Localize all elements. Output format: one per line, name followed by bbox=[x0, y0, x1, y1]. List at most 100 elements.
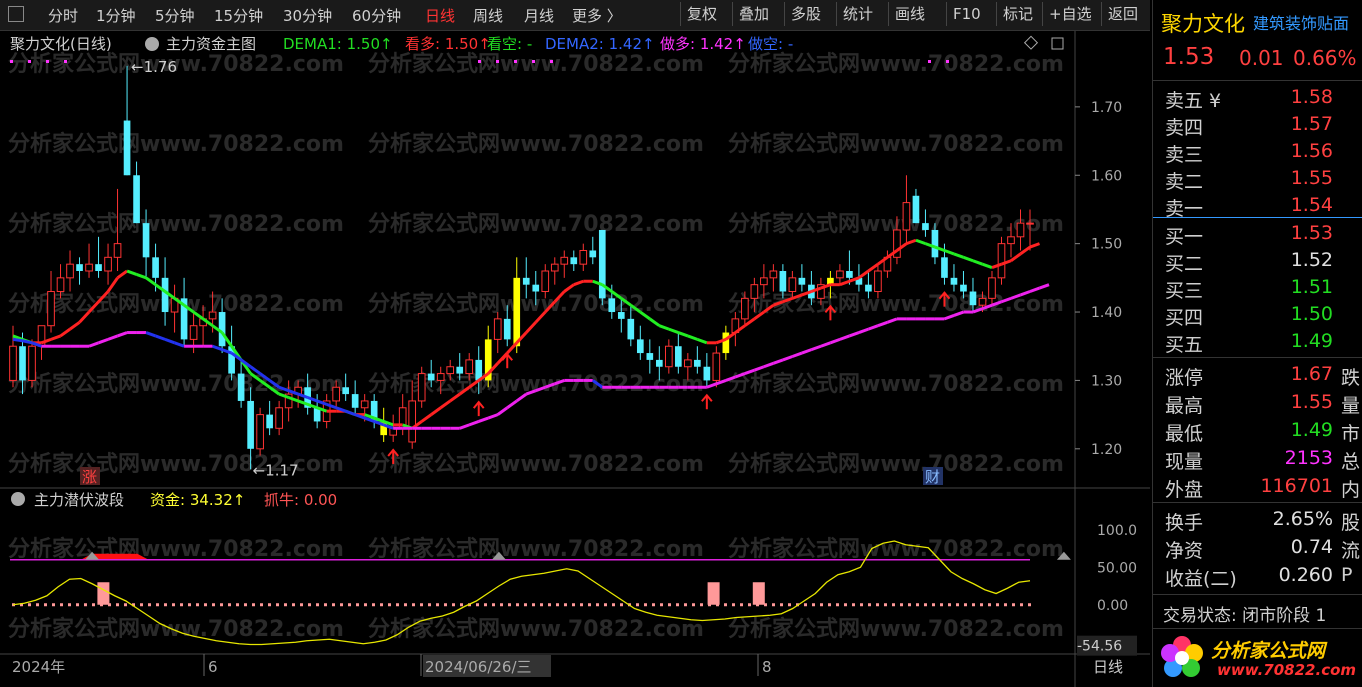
industry-label[interactable]: 建筑装饰贴面 bbox=[1253, 10, 1349, 34]
candle[interactable] bbox=[836, 264, 844, 285]
candle[interactable] bbox=[275, 400, 283, 436]
candle[interactable] bbox=[9, 325, 17, 388]
candle[interactable] bbox=[560, 250, 569, 278]
dema2-line bbox=[867, 324, 879, 331]
candle[interactable] bbox=[484, 325, 492, 388]
toolbar-button-4[interactable]: 画线 bbox=[888, 2, 931, 26]
candle[interactable] bbox=[769, 264, 778, 292]
indicator-name[interactable]: 主力资金主图 bbox=[166, 35, 256, 53]
toolbar-button-6[interactable]: 标记 bbox=[996, 2, 1039, 26]
sub-zero-dot bbox=[668, 603, 671, 607]
toolbar-button-3[interactable]: 统计 bbox=[836, 2, 879, 26]
candle[interactable] bbox=[66, 250, 74, 292]
toolbar-button-2[interactable]: 多股 bbox=[784, 2, 827, 26]
dema2-line bbox=[98, 337, 109, 345]
candle[interactable] bbox=[589, 236, 597, 265]
candle[interactable] bbox=[703, 353, 711, 388]
candle[interactable] bbox=[798, 264, 806, 292]
dema2-line bbox=[164, 337, 176, 345]
sub-indicator-menu-icon[interactable] bbox=[11, 492, 25, 506]
kline-chart[interactable]: 分析家公式网www.70822.com 分析家公式网www.70822.com 分析… bbox=[0, 31, 1150, 687]
sub-zero-dot bbox=[732, 603, 735, 607]
date-label-0: 2024年 bbox=[12, 658, 65, 676]
period-tab-3[interactable]: 15分钟 bbox=[214, 5, 263, 26]
candle[interactable] bbox=[570, 250, 578, 271]
dema1-line bbox=[677, 331, 689, 338]
candle[interactable] bbox=[47, 271, 55, 333]
candle[interactable] bbox=[997, 236, 1006, 285]
sub-zero-dot bbox=[972, 603, 975, 607]
candle[interactable] bbox=[664, 339, 673, 374]
candle[interactable] bbox=[550, 257, 559, 285]
sub-indicator-name[interactable]: 主力潜伏波段 bbox=[34, 491, 124, 509]
period-tab-9[interactable]: 更多 〉 bbox=[572, 5, 622, 26]
candle[interactable] bbox=[95, 236, 102, 278]
sub-zero-dot bbox=[444, 603, 447, 607]
candle[interactable] bbox=[123, 65, 131, 176]
sub-zero-dot bbox=[500, 603, 503, 607]
candle[interactable] bbox=[636, 325, 644, 360]
sub-zero-dot bbox=[652, 603, 655, 607]
dema1-line bbox=[696, 337, 708, 345]
toolbar-button-1[interactable]: 叠加 bbox=[732, 2, 775, 26]
candle[interactable] bbox=[694, 346, 701, 374]
candle[interactable] bbox=[579, 243, 588, 271]
candle[interactable] bbox=[675, 332, 682, 374]
sub-zero-dot bbox=[260, 603, 263, 607]
candle[interactable] bbox=[493, 312, 502, 354]
candle[interactable] bbox=[598, 229, 606, 306]
toolbar-button-8[interactable]: 返回 bbox=[1101, 2, 1144, 26]
quote-panel: 聚力文化 建筑装饰贴面 1.53 0.01 0.66% 卖五 ¥ 1.58 卖四 1.… bbox=[1152, 0, 1362, 687]
period-tab-2[interactable]: 5分钟 bbox=[155, 5, 195, 26]
candle[interactable] bbox=[76, 257, 83, 285]
sub-zero-dot bbox=[660, 603, 663, 607]
sub-zero-dot bbox=[364, 603, 367, 607]
header-item-4: 做多: 1.42↑ bbox=[660, 35, 746, 53]
candle[interactable] bbox=[351, 380, 359, 415]
diamond-icon[interactable] bbox=[1023, 35, 1039, 50]
price-tick-label: 1.60 bbox=[1091, 168, 1122, 184]
stat2-label-1: 净资 bbox=[1165, 540, 1204, 562]
candle[interactable] bbox=[712, 346, 721, 388]
candle[interactable] bbox=[104, 243, 112, 285]
period-tab-1[interactable]: 1分钟 bbox=[96, 5, 136, 26]
candle[interactable] bbox=[180, 277, 188, 347]
signal-dot bbox=[928, 60, 931, 63]
toolbar-button-0[interactable]: 复权 bbox=[680, 2, 723, 26]
collapse-icon[interactable] bbox=[8, 6, 24, 22]
candle[interactable] bbox=[912, 188, 920, 224]
toolbar-button-5[interactable]: F10 bbox=[946, 2, 987, 26]
candle[interactable] bbox=[237, 359, 245, 408]
candle[interactable] bbox=[646, 339, 654, 374]
candle[interactable] bbox=[256, 407, 264, 456]
period-tab-5[interactable]: 60分钟 bbox=[352, 5, 401, 26]
period-tab-8[interactable]: 月线 bbox=[524, 5, 554, 26]
candle[interactable] bbox=[722, 325, 730, 360]
period-tab-6[interactable]: 日线 bbox=[425, 5, 455, 26]
dema2-line bbox=[763, 361, 774, 369]
sub-zero-dot bbox=[556, 603, 559, 607]
sub-zero-dot bbox=[620, 603, 623, 607]
candle[interactable] bbox=[85, 243, 93, 278]
dema1-line bbox=[743, 317, 756, 327]
sub-zero-dot bbox=[188, 603, 191, 607]
candle[interactable] bbox=[133, 161, 140, 224]
maximize-icon[interactable] bbox=[1051, 37, 1064, 50]
bid-price-4: 1.49 bbox=[1290, 330, 1333, 352]
candle[interactable] bbox=[950, 264, 958, 292]
period-tab-0[interactable]: 分时 bbox=[48, 5, 78, 26]
indicator-menu-icon[interactable] bbox=[145, 37, 159, 51]
period-label[interactable]: 日线 bbox=[1093, 658, 1123, 676]
sub-zero-dot bbox=[236, 603, 239, 607]
logo-text: 分析家公式网 bbox=[1211, 640, 1326, 662]
period-tab-4[interactable]: 30分钟 bbox=[283, 5, 332, 26]
ask-label-3: 卖二 bbox=[1165, 171, 1204, 193]
candle[interactable] bbox=[28, 339, 36, 388]
sub-zero-dot bbox=[252, 603, 255, 607]
dema1-line bbox=[648, 317, 661, 327]
period-tab-7[interactable]: 周线 bbox=[473, 5, 503, 26]
dema1-line bbox=[668, 327, 679, 334]
toolbar-button-7[interactable]: +自选 bbox=[1042, 2, 1098, 26]
signal-dot bbox=[946, 60, 949, 63]
candle[interactable] bbox=[266, 400, 273, 436]
